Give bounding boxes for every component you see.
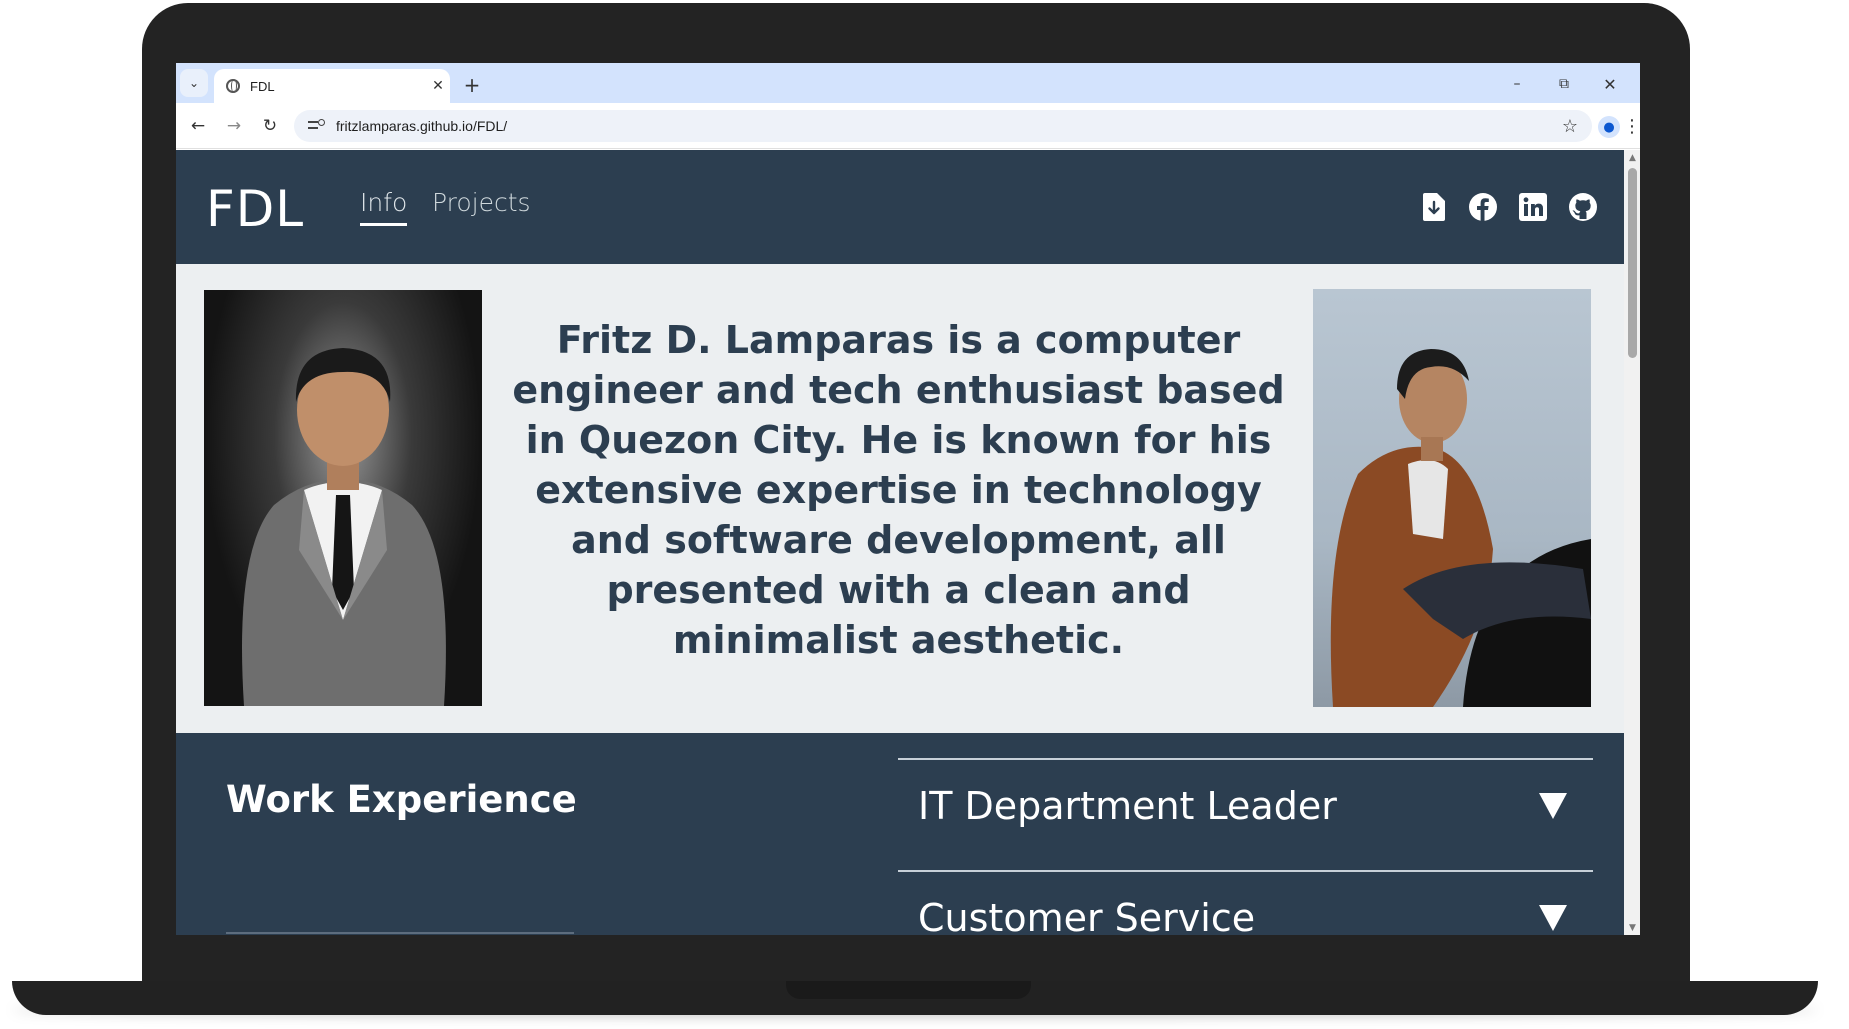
page-scrollbar[interactable]: ▲ ▼ bbox=[1624, 150, 1640, 935]
casual-portrait-photo bbox=[1313, 289, 1591, 707]
site-header: FDL Info Projects bbox=[176, 150, 1624, 264]
back-arrow-icon[interactable]: ← bbox=[185, 113, 211, 139]
triangle-down-icon[interactable] bbox=[1536, 788, 1570, 822]
site-info-icon[interactable] bbox=[308, 119, 326, 133]
address-bar[interactable]: fritzlamparas.github.io/FDL/ ☆ bbox=[294, 110, 1592, 142]
tab-search-button[interactable]: ⌄ bbox=[180, 69, 208, 97]
close-icon[interactable]: ✕ bbox=[1599, 73, 1621, 95]
laptop-notch bbox=[786, 981, 1031, 999]
triangle-down-icon[interactable] bbox=[1536, 900, 1570, 934]
section-divider bbox=[226, 932, 574, 934]
work-experience-heading: Work Experience bbox=[226, 778, 577, 821]
forward-arrow-icon[interactable]: → bbox=[221, 113, 247, 139]
minimize-icon[interactable]: – bbox=[1506, 73, 1528, 95]
reload-icon[interactable]: ↻ bbox=[257, 113, 283, 139]
new-tab-button[interactable]: + bbox=[458, 71, 486, 99]
page-viewport: FDL Info Projects Fritz D. Lamparas is a… bbox=[176, 150, 1624, 935]
chevron-down-icon: ⌄ bbox=[188, 76, 200, 90]
job-accordion-item[interactable]: Customer Service bbox=[898, 870, 1593, 935]
github-icon[interactable] bbox=[1567, 191, 1599, 223]
linkedin-icon[interactable] bbox=[1517, 191, 1549, 223]
scrollbar-thumb[interactable] bbox=[1628, 168, 1637, 358]
browser-tab-bar: ⌄ FDL ✕ + – ⧉ ✕ bbox=[176, 63, 1640, 103]
scroll-down-icon[interactable]: ▼ bbox=[1628, 924, 1637, 933]
hero-bio-text: Fritz D. Lamparas is a computer engineer… bbox=[512, 318, 1285, 662]
resume-download-icon[interactable] bbox=[1418, 191, 1450, 223]
formal-portrait-photo bbox=[204, 290, 482, 706]
nav-link-projects[interactable]: Projects bbox=[432, 188, 531, 217]
facebook-icon[interactable] bbox=[1467, 191, 1499, 223]
browser-toolbar: ← → ↻ fritzlamparas.github.io/FDL/ ☆ ● ⋮ bbox=[176, 103, 1640, 149]
browser-menu-icon[interactable]: ⋮ bbox=[1623, 115, 1640, 137]
job-accordion-item[interactable]: IT Department Leader bbox=[898, 758, 1593, 870]
nav-link-info[interactable]: Info bbox=[360, 188, 408, 226]
bookmark-star-icon[interactable]: ☆ bbox=[1562, 116, 1578, 137]
scroll-up-icon[interactable]: ▲ bbox=[1628, 154, 1637, 163]
work-experience-section: Work Experience IT Department Leader Cus… bbox=[176, 733, 1624, 935]
globe-icon bbox=[226, 79, 240, 93]
restore-icon[interactable]: ⧉ bbox=[1553, 73, 1575, 95]
tab-title: FDL bbox=[250, 78, 275, 94]
site-logo[interactable]: FDL bbox=[206, 180, 304, 238]
laptop-screen: ⌄ FDL ✕ + – ⧉ ✕ ← → ↻ fritzlamparas.gith… bbox=[176, 63, 1640, 935]
profile-avatar-icon[interactable]: ● bbox=[1598, 116, 1620, 138]
job-title[interactable]: IT Department Leader bbox=[918, 784, 1337, 828]
job-title[interactable]: Customer Service bbox=[918, 896, 1255, 935]
tab-close-icon[interactable]: ✕ bbox=[426, 78, 450, 94]
url-text[interactable]: fritzlamparas.github.io/FDL/ bbox=[336, 118, 1562, 134]
browser-tab[interactable]: FDL ✕ bbox=[214, 69, 450, 103]
